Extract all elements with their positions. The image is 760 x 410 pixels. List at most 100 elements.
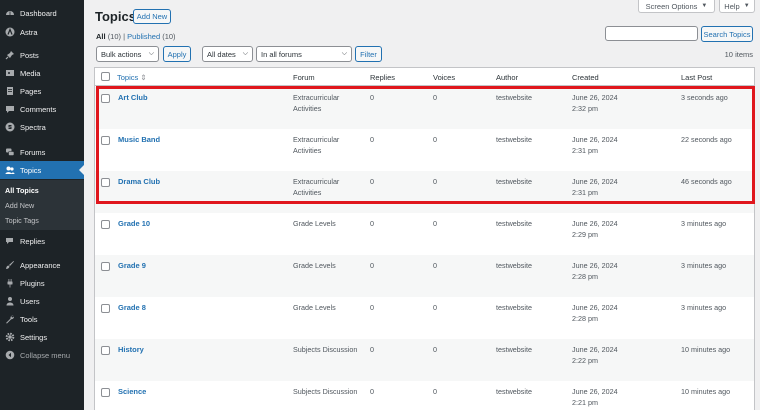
search-input[interactable]: [605, 26, 698, 41]
view-published[interactable]: Published: [127, 32, 160, 41]
help-tab[interactable]: Help ▼: [719, 0, 755, 13]
sidebar-item-label: Topics: [20, 165, 42, 175]
row-checkbox[interactable]: [101, 178, 110, 187]
submenu-item-all-topics[interactable]: All Topics: [5, 186, 39, 195]
sidebar-item-label: Replies: [20, 236, 46, 246]
submenu-item-topic-tags[interactable]: Topic Tags: [5, 216, 39, 225]
cell-forum: Extracurricular Activities: [293, 93, 363, 114]
sidebar-item-tools[interactable]: Tools: [0, 310, 84, 328]
cell-last-post: 3 seconds ago: [681, 93, 728, 102]
table-row: Grade 10 Grade Levels 0 0 testwebsite June 26…: [95, 213, 754, 255]
topic-title-link[interactable]: Grade 8: [118, 303, 146, 314]
table-row: Science Subjects Discussion 0 0 testwebsite J…: [95, 381, 754, 410]
caret-down-icon: ▼: [743, 3, 750, 9]
topics-submenu: All Topics Add New Topic Tags: [0, 180, 84, 230]
settings-icon: [4, 332, 15, 343]
cell-created: June 26, 2024 2:31 pm: [572, 135, 652, 156]
cell-created-line: June 26, 2024: [572, 345, 618, 354]
column-header-last-post: Last Post: [681, 73, 713, 82]
column-header-topics[interactable]: Topics ⇕: [117, 73, 147, 82]
topic-title-link[interactable]: Art Club: [118, 93, 148, 104]
forums-select[interactable]: In all forums ⌵: [256, 46, 352, 62]
cell-voices: 0: [433, 177, 437, 186]
topic-title-link[interactable]: Music Band: [118, 135, 160, 146]
topic-title-link[interactable]: History: [118, 345, 144, 356]
sidebar-item-topics[interactable]: Topics: [0, 161, 84, 179]
cell-created-line: June 26, 2024: [572, 177, 618, 186]
sidebar-item-replies[interactable]: Replies: [0, 232, 84, 250]
cell-created: June 26, 2024 2:31 pm: [572, 177, 652, 198]
table-row: Music Band Extracurricular Activities 0 0 tes…: [95, 129, 754, 171]
bulk-actions-select[interactable]: Bulk actions ⌵: [96, 46, 159, 62]
cell-forum-line: Activities: [293, 103, 322, 113]
submenu-item-add-new[interactable]: Add New: [5, 201, 34, 210]
sidebar-item-users[interactable]: Users: [0, 292, 84, 310]
screen-options-tab[interactable]: Screen Options ▼: [638, 0, 715, 13]
filter-button[interactable]: Filter: [355, 46, 382, 62]
column-header-voices: Voices: [433, 73, 456, 82]
sidebar-item-comments[interactable]: Comments: [0, 100, 84, 118]
sidebar-item-label: Dashboard: [20, 8, 57, 18]
sidebar-item-spectra[interactable]: Spectra: [0, 118, 84, 136]
comment-icon: [4, 104, 15, 115]
collapse-menu-button[interactable]: Collapse menu: [0, 346, 84, 364]
sidebar-item-plugins[interactable]: Plugins: [0, 274, 84, 292]
apply-button[interactable]: Apply: [163, 46, 191, 62]
cell-forum-line: Extracurricular: [293, 93, 340, 102]
row-checkbox[interactable]: [101, 220, 110, 229]
sidebar-item-label: Forums: [20, 147, 46, 157]
cell-last-post: 22 seconds ago: [681, 135, 732, 144]
sidebar-item-posts[interactable]: Posts: [0, 46, 84, 64]
sidebar-item-pages[interactable]: Pages: [0, 82, 84, 100]
search-topics-button[interactable]: Search Topics: [701, 26, 753, 42]
row-checkbox[interactable]: [101, 346, 110, 355]
row-checkbox[interactable]: [101, 136, 110, 145]
cell-last-post: 46 seconds ago: [681, 177, 732, 186]
row-checkbox[interactable]: [101, 388, 110, 397]
chevron-down-icon: ⌵: [242, 50, 248, 57]
sidebar-item-settings[interactable]: Settings: [0, 328, 84, 346]
table-row: History Subjects Discussion 0 0 testwebsite J…: [95, 339, 754, 381]
select-all-checkbox[interactable]: [101, 72, 110, 81]
dates-select[interactable]: All dates ⌵: [202, 46, 253, 62]
page-icon: [4, 86, 15, 97]
column-header-replies: Replies: [370, 73, 396, 82]
topic-title-link[interactable]: Grade 9: [118, 261, 146, 272]
cell-last-post: 10 minutes ago: [681, 387, 731, 396]
sidebar-item-label: Comments: [20, 104, 57, 114]
cell-forum-line: Activities: [293, 145, 322, 155]
cell-author: testwebsite: [496, 219, 532, 228]
forums-icon: [4, 147, 15, 158]
row-checkbox[interactable]: [101, 262, 110, 271]
main-content: Screen Options ▼ Help ▼ Topics Add New A…: [84, 0, 760, 410]
sidebar-item-astra[interactable]: Astra: [0, 23, 84, 41]
dates-value: All dates: [207, 49, 236, 59]
cell-created: June 26, 2024 2:32 pm: [572, 93, 652, 114]
topic-title-link[interactable]: Grade 10: [118, 219, 150, 230]
view-all[interactable]: All: [96, 32, 106, 41]
topic-title-link[interactable]: Science: [118, 387, 146, 398]
collapse-icon: [4, 350, 15, 361]
cell-created: June 26, 2024 2:28 pm: [572, 261, 652, 282]
add-new-button[interactable]: Add New: [133, 9, 171, 24]
topic-title-link[interactable]: Drama Club: [118, 177, 160, 188]
view-filters: All (10) | Published (10): [96, 32, 176, 41]
column-header-author: Author: [496, 73, 519, 82]
sidebar-item-label: Users: [20, 296, 40, 306]
sidebar-item-forums[interactable]: Forums: [0, 143, 84, 161]
row-checkbox[interactable]: [101, 94, 110, 103]
sidebar-item-appearance[interactable]: Appearance: [0, 256, 84, 274]
row-checkbox[interactable]: [101, 304, 110, 313]
sidebar-item-media[interactable]: Media: [0, 64, 84, 82]
table-row: Art Club Extracurricular Activities 0 0 testw…: [95, 87, 754, 129]
cell-replies: 0: [370, 345, 374, 354]
cell-replies: 0: [370, 303, 374, 312]
chevron-down-icon: ⌵: [148, 50, 154, 57]
admin-sidebar: Dashboard Astra Posts Media Pages Commen…: [0, 0, 84, 410]
cell-forum-line: Subjects Discussion: [293, 387, 358, 396]
cell-author: testwebsite: [496, 177, 532, 186]
cell-created-line: 2:32 pm: [572, 103, 598, 113]
cell-created-line: 2:29 pm: [572, 229, 598, 239]
cell-voices: 0: [433, 261, 437, 270]
sidebar-item-dashboard[interactable]: Dashboard: [0, 4, 84, 22]
